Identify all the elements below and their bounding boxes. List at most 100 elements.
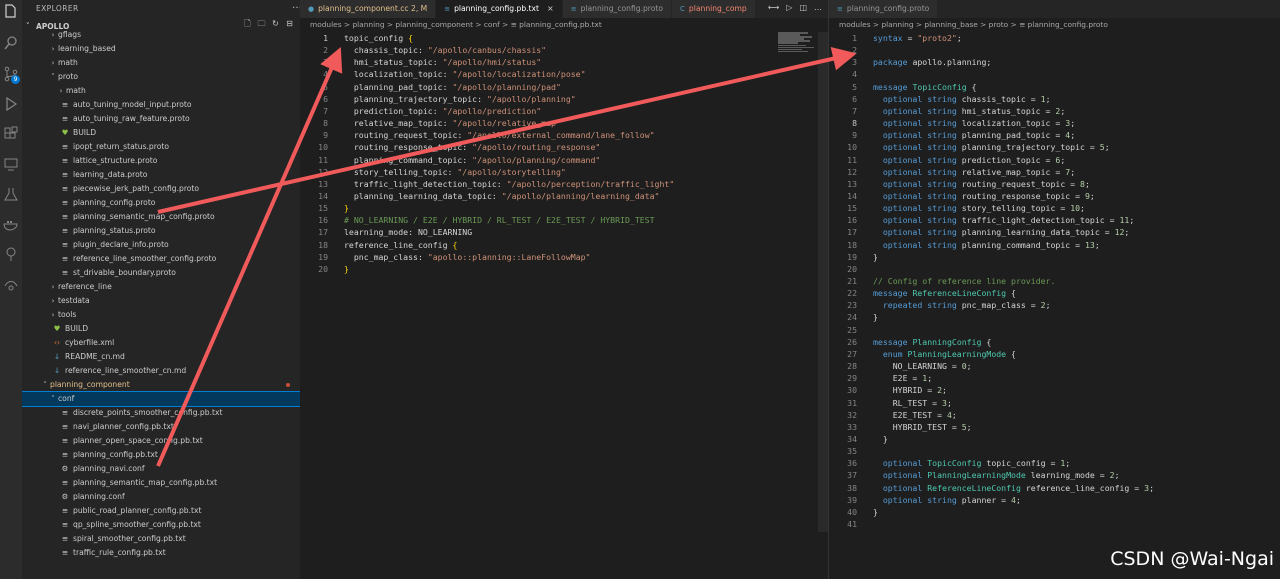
tree-file[interactable]: ≡ qp_spline_smoother_config.pb.txt <box>22 518 300 532</box>
line-number: 40 <box>847 506 857 517</box>
file-icon: ≡ <box>61 114 69 123</box>
line-number: 37 <box>847 470 857 481</box>
tree-file[interactable]: ≡ planning_config.proto <box>22 196 300 210</box>
line-number: 9 <box>323 130 328 141</box>
tree-folder[interactable]: › math <box>22 84 300 98</box>
code-line: 5 planning_pad_topic: "/apollo/planning/… <box>300 81 828 93</box>
tree-file[interactable]: ≡ spiral_smoother_config.pb.txt <box>22 532 300 546</box>
editor-tab[interactable]: ≡ planning_config.pb.txt × <box>436 0 563 18</box>
docker-icon[interactable] <box>3 216 19 232</box>
collapse-all-icon[interactable]: ⊟ <box>285 19 294 28</box>
remote-icon[interactable] <box>3 276 19 292</box>
tree-file[interactable]: ↓ README_cn.md <box>22 350 300 364</box>
tree-file[interactable]: ♥ BUILD <box>22 322 300 336</box>
tree-file[interactable]: ≡ reference_line_smoother_config.proto <box>22 252 300 266</box>
tree-file[interactable]: ↓ reference_line_smoother_cn.md <box>22 364 300 378</box>
code-line: 15 optional string story_telling_topic =… <box>829 202 1280 214</box>
compare-icon[interactable]: ⟷ <box>768 3 779 12</box>
search-icon[interactable] <box>3 35 19 51</box>
split-editor-icon[interactable]: ◫ <box>799 3 807 12</box>
code-line: 39 optional string planner = 4; <box>829 494 1280 506</box>
tree-file[interactable]: ‹› cyberfile.xml <box>22 336 300 350</box>
tree-file[interactable]: ≡ auto_tuning_model_input.proto <box>22 98 300 112</box>
breadcrumb-left[interactable]: modules > planning > planning_component … <box>310 20 602 32</box>
tree-file[interactable]: ≡ public_road_planner_config.pb.txt <box>22 504 300 518</box>
tree-folder[interactable]: ˅ proto <box>22 70 300 84</box>
tree-file[interactable]: ≡ piecewise_jerk_path_config.proto <box>22 182 300 196</box>
chevron-down-icon: ˅ <box>51 73 55 81</box>
code-line: 10 optional string planning_trajectory_t… <box>829 141 1280 153</box>
tree-file[interactable]: ≡ st_drivable_boundary.proto <box>22 266 300 280</box>
tab-bar-right: ≡ planning_config.proto <box>829 0 1280 18</box>
tree-file[interactable]: ♥ BUILD <box>22 126 300 140</box>
tree-file[interactable]: ≡ planning_config.pb.txt <box>22 448 300 462</box>
minimap[interactable] <box>778 32 814 56</box>
tree-folder[interactable]: › math <box>22 56 300 70</box>
code-line: 7 prediction_topic: "/apollo/prediction" <box>300 105 828 117</box>
file-icon: ≡ <box>61 142 69 151</box>
scrollbar-left[interactable] <box>818 32 828 532</box>
code-line: 35 <box>829 445 1280 457</box>
chevron-right-icon: › <box>51 59 55 67</box>
new-file-icon[interactable]: 🗋 <box>243 19 252 28</box>
line-number: 11 <box>318 154 328 165</box>
tree-file[interactable]: ≡ planner_open_space_config.pb.txt <box>22 434 300 448</box>
extensions-icon[interactable] <box>3 126 19 142</box>
tree-item-label: planner_open_space_config.pb.txt <box>73 436 203 445</box>
new-folder-icon[interactable]: 🗀 <box>257 19 266 28</box>
code-line: 17 learning_mode: NO_LEARNING <box>300 226 828 238</box>
tree-folder[interactable]: ˅ planning_component <box>22 378 300 392</box>
tree-folder[interactable]: › tools <box>22 308 300 322</box>
tree-file[interactable]: ≡ plugin_declare_info.proto <box>22 238 300 252</box>
tree-file[interactable]: ≡ traffic_rule_config.pb.txt <box>22 546 300 560</box>
tree-file[interactable]: ≡ planning_semantic_map_config.pb.txt <box>22 476 300 490</box>
tree-folder[interactable]: › learning_based <box>22 42 300 56</box>
tree-file[interactable]: ≡ ipopt_return_status.proto <box>22 140 300 154</box>
line-number: 10 <box>847 142 857 153</box>
code-line: 36 optional TopicConfig topic_config = 1… <box>829 457 1280 469</box>
file-type-icon: ≡ <box>570 5 577 13</box>
code-line: 9 routing_request_topic: "/apollo/extern… <box>300 129 828 141</box>
tree-file[interactable]: ≡ lattice_structure.proto <box>22 154 300 168</box>
line-number: 9 <box>852 130 857 141</box>
line-number: 36 <box>847 458 857 469</box>
code-line: 13 traffic_light_detection_topic: "/apol… <box>300 178 828 190</box>
editor-tab[interactable]: ● planning_component.cc 2, M <box>300 0 437 18</box>
tree-folder[interactable]: ˅ conf <box>22 391 300 407</box>
file-icon: ≡ <box>61 408 69 417</box>
markdown-file-icon: ↓ <box>53 352 61 361</box>
tree-folder[interactable]: › gflags <box>22 28 300 42</box>
tree-file[interactable]: ≡ auto_tuning_raw_feature.proto <box>22 112 300 126</box>
tree-file[interactable]: ⚙ planning_navi.conf <box>22 462 300 476</box>
explorer-icon[interactable] <box>3 3 19 19</box>
testing-icon[interactable] <box>3 186 19 202</box>
tree-file[interactable]: ≡ navi_planner_config.pb.txt <box>22 420 300 434</box>
tree-icon[interactable] <box>3 246 19 262</box>
line-number: 15 <box>318 203 328 214</box>
file-icon: ≡ <box>61 534 69 543</box>
line-number: 14 <box>847 190 857 201</box>
tree-file[interactable]: ≡ planning_semantic_map_config.proto <box>22 210 300 224</box>
tree-file[interactable]: ≡ learning_data.proto <box>22 168 300 182</box>
run-debug-icon[interactable] <box>3 96 19 112</box>
code-line: 22 message ReferenceLineConfig { <box>829 287 1280 299</box>
tree-file[interactable]: ≡ discrete_points_smoother_config.pb.txt <box>22 406 300 420</box>
file-icon: ≡ <box>61 520 69 529</box>
file-icon: ≡ <box>61 170 69 179</box>
refresh-icon[interactable]: ↻ <box>271 19 280 28</box>
file-icon: ≡ <box>61 240 69 249</box>
tree-folder[interactable]: › reference_line <box>22 280 300 294</box>
remote-explorer-icon[interactable] <box>3 156 19 172</box>
run-icon[interactable]: ▷ <box>786 3 792 12</box>
tree-file[interactable]: ≡ planning_status.proto <box>22 224 300 238</box>
editor-tab[interactable]: Cplanning_comp <box>672 0 756 18</box>
breadcrumb-right[interactable]: modules > planning > planning_base > pro… <box>839 20 1108 32</box>
editor-tab[interactable]: ≡ planning_config.proto <box>562 0 673 18</box>
code-line: 2 <box>829 44 1280 56</box>
file-icon: ≡ <box>61 268 69 277</box>
close-icon[interactable]: × <box>547 0 554 18</box>
editor-tab[interactable]: ≡ planning_config.proto <box>829 0 939 18</box>
more-icon[interactable]: … <box>814 3 822 12</box>
tree-file[interactable]: ⚙ planning.conf <box>22 490 300 504</box>
tree-folder[interactable]: › testdata <box>22 294 300 308</box>
